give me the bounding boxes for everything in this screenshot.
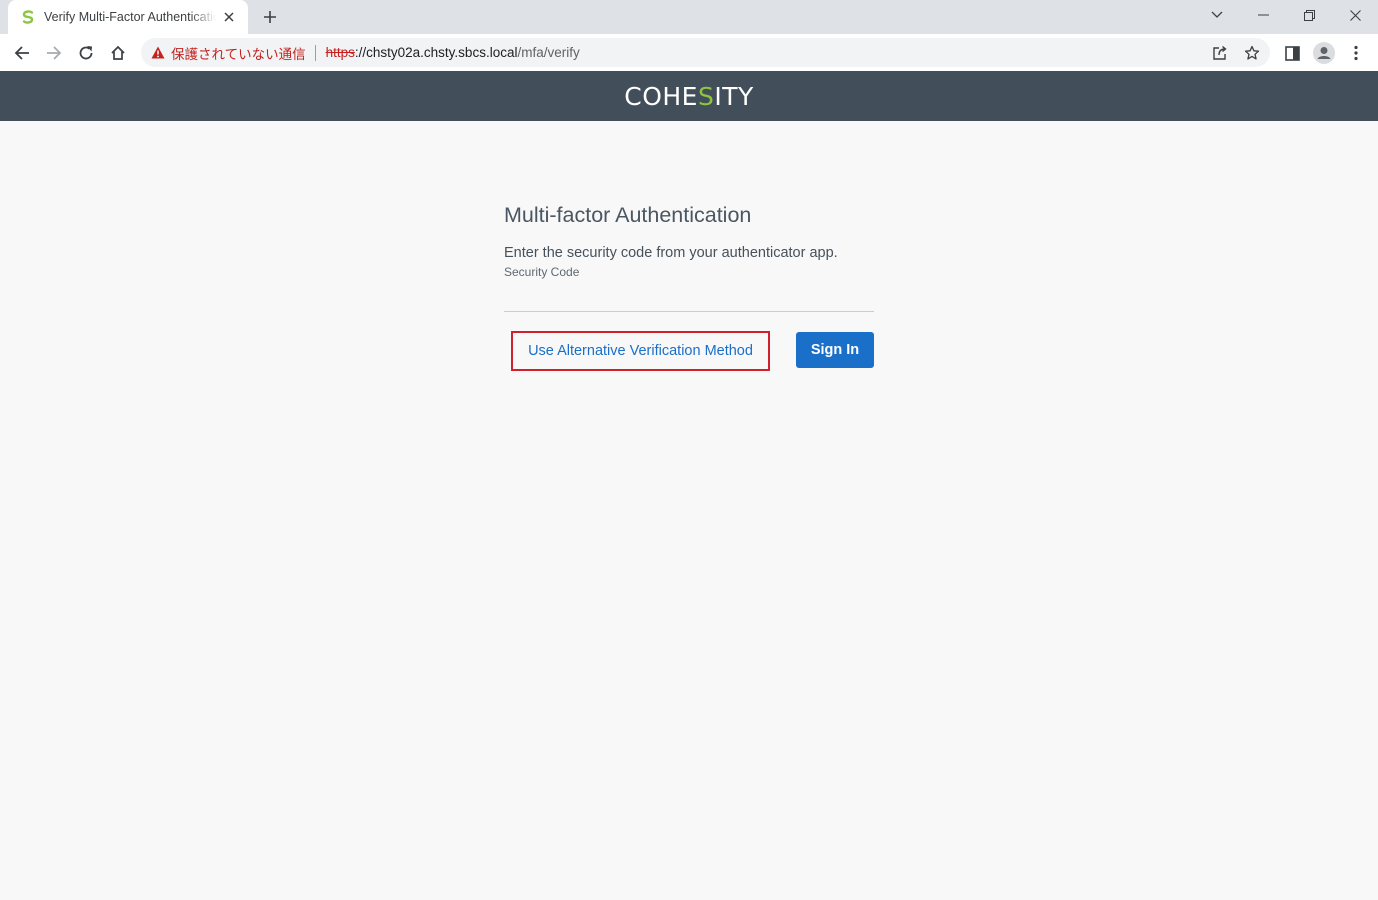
security-chip[interactable]: 保護されていない通信 [141, 38, 306, 67]
instructions-text: Enter the security code from your authen… [504, 245, 838, 261]
app-header: COHE S ITY [0, 71, 1378, 121]
tab-title: Verify Multi-Factor Authentication [44, 10, 216, 24]
page-title: Multi-factor Authentication [504, 203, 752, 227]
restore-icon[interactable] [1286, 0, 1332, 30]
side-panel-icon[interactable] [1278, 39, 1306, 67]
omnibox-divider [314, 44, 316, 61]
back-icon[interactable] [8, 39, 36, 67]
security-code-label: Security Code [504, 265, 580, 279]
not-secure-label: 保護されていない通信 [171, 46, 306, 62]
close-tab-icon[interactable] [220, 8, 238, 26]
cohesity-favicon-icon [22, 10, 34, 24]
url-host: ://chsty02a.chsty.sbcs.local [354, 45, 518, 60]
tab-search-icon[interactable] [1194, 0, 1240, 30]
tab-strip: Verify Multi-Factor Authentication [0, 0, 1378, 34]
minimize-icon[interactable] [1240, 0, 1286, 30]
profile-avatar-icon[interactable] [1310, 39, 1338, 67]
new-tab-icon[interactable] [258, 6, 282, 28]
reload-icon[interactable] [72, 39, 100, 67]
security-code-input[interactable] [504, 281, 874, 312]
logo-text-accent: S [697, 81, 715, 111]
address-bar[interactable]: 保護されていない通信 https://chsty02a.chsty.sbcs.l… [141, 38, 1270, 67]
cohesity-logo: COHE S ITY [624, 82, 754, 111]
close-window-icon[interactable] [1332, 0, 1378, 30]
browser-menu-icon[interactable] [1342, 39, 1370, 67]
share-icon[interactable] [1210, 43, 1230, 63]
url-path: /mfa/verify [517, 45, 580, 60]
home-icon[interactable] [104, 39, 132, 67]
browser-toolbar: 保護されていない通信 https://chsty02a.chsty.sbcs.l… [0, 34, 1378, 71]
logo-text-right: ITY [714, 81, 754, 111]
forward-icon[interactable] [40, 39, 68, 67]
warning-icon [151, 46, 165, 59]
logo-text-left: COHE [624, 81, 698, 111]
browser-tab[interactable]: Verify Multi-Factor Authentication [8, 0, 248, 34]
bookmark-star-icon[interactable] [1242, 43, 1262, 63]
url-scheme: https [325, 45, 355, 60]
url-text[interactable]: https://chsty02a.chsty.sbcs.local/mfa/ve… [326, 45, 580, 60]
form-actions: Use Alternative Verification Method Sign… [504, 318, 874, 378]
mfa-form: Multi-factor Authentication Enter the se… [504, 200, 874, 378]
sign-in-button[interactable]: Sign In [796, 332, 874, 368]
alternative-verification-button[interactable]: Use Alternative Verification Method [511, 331, 770, 371]
